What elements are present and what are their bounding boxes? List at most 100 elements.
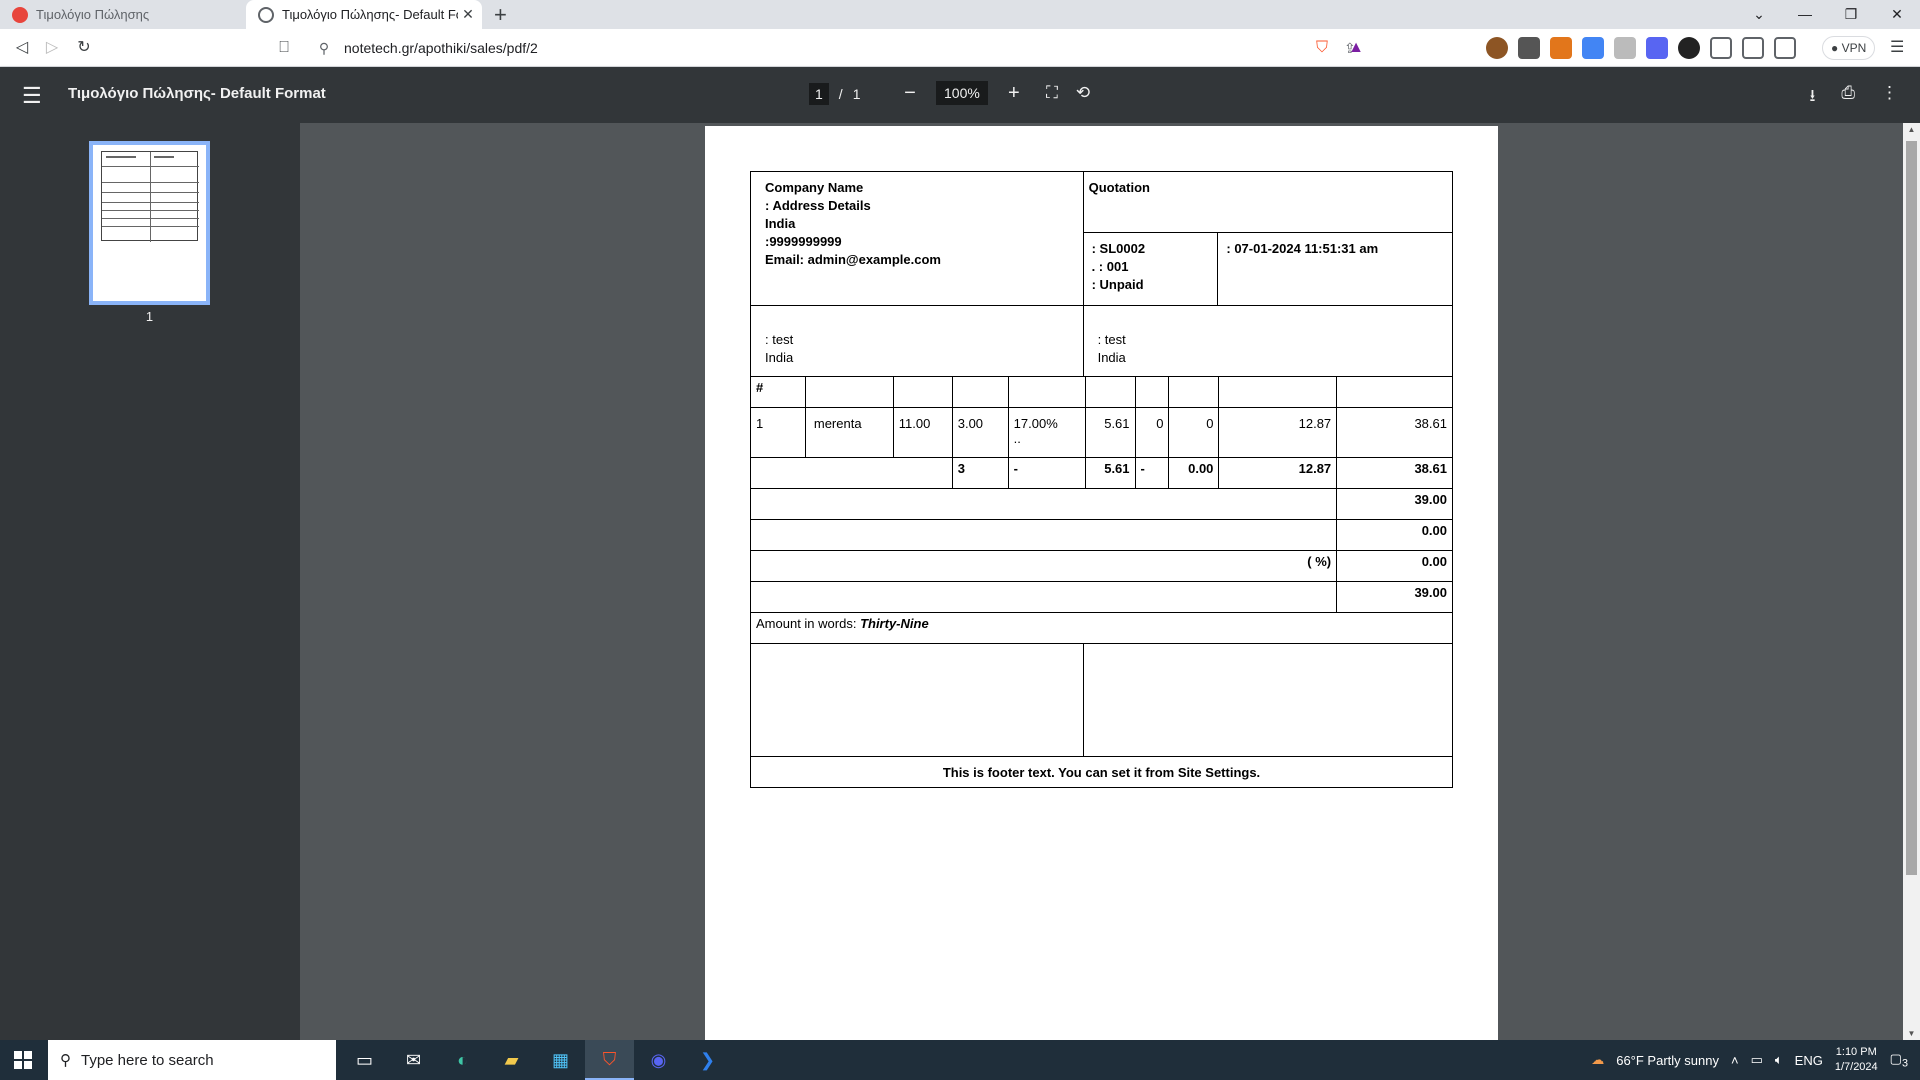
invoice-document: Company Name : Address Details India :99… <box>749 170 1454 788</box>
wallet-icon[interactable] <box>1774 37 1796 59</box>
back-icon[interactable]: ◁ <box>8 35 36 61</box>
zoom-input[interactable]: 100% <box>936 81 988 105</box>
page-separator: / <box>838 86 843 102</box>
page-total: 1 <box>852 86 861 102</box>
doc-reference: . : 001 <box>1091 259 1129 275</box>
edge-icon[interactable]: ◐ <box>438 1040 487 1080</box>
system-tray: ☁ 66°F Partly sunny ˄ ▭ 🔈︎ ENG 1:10 PM 1… <box>1591 1040 1920 1080</box>
volume-icon[interactable]: 🔈︎ <box>1775 1052 1783 1068</box>
page-input[interactable]: 1 <box>809 83 829 105</box>
favicon-icon <box>12 6 28 23</box>
amount-in-words: Amount in words: Thirty-Nine <box>750 612 1453 644</box>
pinned-apps: ▭ ✉ ◐ ▰ ▦ ⛉ ◉ ❯ <box>340 1040 732 1080</box>
restore-button[interactable]: ❐ <box>1828 0 1874 29</box>
close-tab-icon[interactable]: ✕ <box>458 6 478 23</box>
total-amount: 38.61 <box>1336 457 1453 489</box>
item-qty: 3.00 <box>951 407 1009 458</box>
thumbnail-sidebar: 1 <box>0 123 300 1040</box>
zoom-out-button[interactable]: − <box>900 82 920 105</box>
task-view-icon[interactable]: ▭ <box>340 1040 389 1080</box>
notification-count: 3 <box>1901 1057 1908 1070</box>
taskbar-search[interactable]: ⚲ Type here to search <box>48 1040 336 1080</box>
vscode-icon[interactable]: ❯ <box>683 1040 732 1080</box>
tab-invoice-pdf[interactable]: Τιμολόγιο Πώλησης- Default For ✕ <box>246 0 482 29</box>
forward-icon[interactable]: ▷ <box>38 35 66 61</box>
items-table: # 1 merenta 11.00 3.00 17.00% .. 5.61 0 … <box>750 376 1453 489</box>
store-icon[interactable]: ▦ <box>536 1040 585 1080</box>
metamask-icon[interactable] <box>1550 37 1572 59</box>
total-tax: 5.61 <box>1084 457 1136 489</box>
page-thumbnail[interactable] <box>89 141 210 305</box>
scroll-down-icon[interactable]: ▼ <box>1903 1029 1920 1038</box>
windows-start-icon[interactable] <box>14 1051 32 1069</box>
bookmark-icon[interactable]: ⎕ <box>270 35 298 61</box>
scrollbar-thumb[interactable] <box>1906 141 1917 875</box>
brave-rewards-icon[interactable]: ▲ <box>1342 35 1370 61</box>
tab-title: Τιμολόγιο Πώλησης- Default For <box>282 7 458 22</box>
reload-icon[interactable]: ↻ <box>70 35 98 61</box>
search-icon: ⚲ <box>60 1052 71 1069</box>
translate-extension-icon[interactable] <box>1582 37 1604 59</box>
company-block: Company Name : Address Details India :99… <box>750 171 1084 306</box>
minimize-button[interactable]: — <box>1782 0 1828 29</box>
table-row: 1 merenta 11.00 3.00 17.00% .. 5.61 0 0 … <box>750 407 1453 458</box>
browser-toolbar: ◁ ▷ ↻ ⎕ ⚲ notetech.gr/apothiki/sales/pdf… <box>0 29 1920 67</box>
more-options-icon[interactable]: ⋮ <box>1881 83 1898 112</box>
pdf-toolbar: ☰ Τιμολόγιο Πώλησης- Default Format 1 / … <box>0 67 1920 123</box>
amount-in-words-value: Thirty-Nine <box>860 616 929 631</box>
clock[interactable]: 1:10 PM 1/7/2024 <box>1835 1045 1878 1075</box>
item-price: 11.00 <box>892 407 953 458</box>
browser-menu-icon[interactable]: ☰ <box>1890 37 1904 57</box>
discord-icon[interactable]: ◉ <box>634 1040 683 1080</box>
puzzle-icon[interactable] <box>1710 37 1732 59</box>
cookie-extension-icon[interactable] <box>1486 37 1508 59</box>
rotate-icon[interactable]: ⟲ <box>1076 83 1090 103</box>
extension-icon[interactable] <box>1614 37 1636 59</box>
print-icon[interactable]: ⎙ <box>1841 83 1855 112</box>
weather-icon[interactable]: ☁ <box>1591 1052 1604 1068</box>
tab-search-icon[interactable]: ⌄ <box>1736 0 1782 29</box>
file-explorer-icon[interactable]: ▰ <box>487 1040 536 1080</box>
network-icon[interactable]: ▭ <box>1751 1052 1763 1068</box>
menu-icon[interactable]: ☰ <box>22 83 42 109</box>
brave-browser-icon[interactable]: ⛉ <box>585 1040 634 1080</box>
summary-tax: 0.00 <box>1336 550 1453 582</box>
new-tab-button[interactable]: + <box>494 2 507 28</box>
vertical-scrollbar[interactable]: ▲ ▼ <box>1903 123 1920 1040</box>
item-tax-note: .. <box>1013 431 1021 446</box>
item-tax-rate: 17.00% .. <box>1007 407 1086 458</box>
item-total: 38.61 <box>1336 407 1453 458</box>
view-controls: ⛶ ⟲ <box>1046 83 1090 103</box>
scroll-up-icon[interactable]: ▲ <box>1903 125 1920 134</box>
company-address: : Address Details <box>765 198 871 213</box>
language-indicator[interactable]: ENG <box>1795 1053 1823 1068</box>
weather-text[interactable]: 66°F Partly sunny <box>1616 1053 1719 1068</box>
brave-shield-icon[interactable]: ⛉ <box>1308 35 1336 61</box>
vpn-button[interactable]: ● VPN <box>1822 36 1876 60</box>
sidebar-toggle-icon[interactable] <box>1742 37 1764 59</box>
total-qty: 3 <box>951 457 1009 489</box>
dark-mode-extension-icon[interactable] <box>1678 37 1700 59</box>
download-icon[interactable]: ⭳ <box>1809 83 1815 112</box>
fit-page-icon[interactable]: ⛶ <box>1046 83 1058 103</box>
notifications-icon[interactable]: ▢3 <box>1890 1051 1908 1070</box>
tray-overflow-icon[interactable]: ˄ <box>1731 1053 1739 1068</box>
tab-strip: Τιμολόγιο Πώλησης Τιμολόγιο Πώλησης- Def… <box>0 0 1920 29</box>
site-info-icon[interactable]: ⚲ <box>312 40 336 57</box>
tab-invoice[interactable]: Τιμολόγιο Πώλησης <box>0 0 243 29</box>
summary-grand-total: 39.00 <box>1336 581 1453 613</box>
item-tax-amount: 5.61 <box>1084 407 1136 458</box>
zoom-controls: − 100% + <box>900 81 1024 105</box>
zoom-in-button[interactable]: + <box>1004 82 1024 105</box>
close-window-button[interactable]: ✕ <box>1874 0 1920 29</box>
mail-icon[interactable]: ✉ <box>389 1040 438 1080</box>
pdf-actions: ⭳ ⎙ ⋮ <box>1809 83 1898 112</box>
invoice-header-table: Company Name : Address Details India :99… <box>750 170 1454 377</box>
totals-row: 3 - 5.61 - 0.00 12.87 38.61 <box>750 457 1453 489</box>
address-bar[interactable]: ⚲ notetech.gr/apothiki/sales/pdf/2 ⇪ <box>312 33 1374 63</box>
discord-extension-icon[interactable] <box>1646 37 1668 59</box>
item-discount-1: 0 <box>1134 407 1170 458</box>
vpn-label: VPN <box>1841 41 1867 55</box>
robot-extension-icon[interactable] <box>1518 37 1540 59</box>
item-discount-2: 0 <box>1168 407 1220 458</box>
